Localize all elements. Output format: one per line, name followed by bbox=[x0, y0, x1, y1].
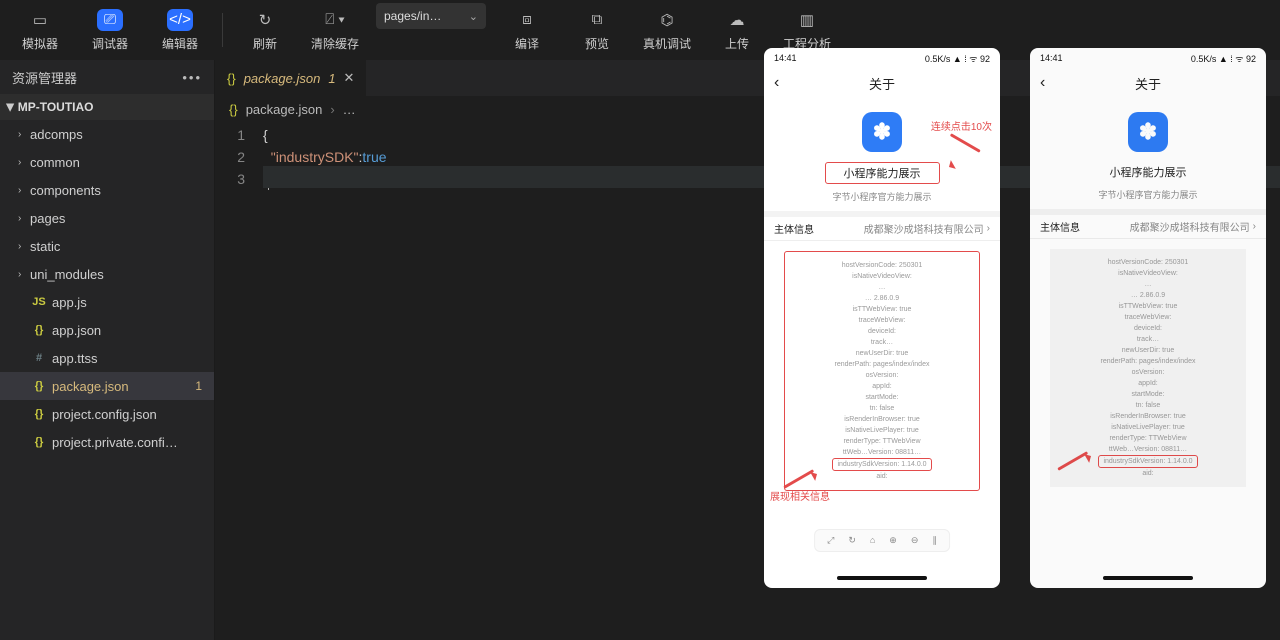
page-selector[interactable]: pages/in… ⌄ bbox=[371, 17, 491, 43]
back-icon[interactable]: ‹ bbox=[1040, 74, 1045, 92]
refresh-button[interactable]: ↻ 刷新 bbox=[231, 3, 299, 57]
chart-icon: ▥ bbox=[794, 9, 820, 31]
file-project.private.confi…[interactable]: {}project.private.confi… bbox=[0, 428, 214, 456]
phone-mock-1: 14:410.5K/s ▲ ⁞ ᯤ 92 ‹ 关于 ✽ 小程序能力展示 字节小程… bbox=[764, 48, 1000, 588]
home-indicator bbox=[837, 576, 927, 580]
chevron-right-icon: › bbox=[330, 102, 334, 117]
debug-dock[interactable]: ⤢↻⌂⊕⊖∥ bbox=[814, 529, 950, 552]
folder-adcomps[interactable]: ›adcomps bbox=[0, 120, 214, 148]
phone-mock-2: 14:410.5K/s ▲ ⁞ ᯤ 92 ‹ 关于 ✽ 小程序能力展示 字节小程… bbox=[1030, 48, 1266, 588]
project-header[interactable]: ▶ MP-TOUTIAO bbox=[0, 94, 214, 120]
sliders-icon: ⎚ bbox=[97, 9, 123, 31]
folder-common[interactable]: ›common bbox=[0, 148, 214, 176]
toolbar-separator bbox=[222, 13, 223, 47]
annotation-showinfo: 展现相关信息 bbox=[770, 488, 830, 503]
code-icon: </> bbox=[167, 9, 193, 31]
refresh-icon: ↻ bbox=[252, 9, 278, 31]
more-icon[interactable]: ••• bbox=[182, 70, 202, 85]
preview-button[interactable]: ⧉ 预览 bbox=[563, 3, 631, 57]
debugger-button[interactable]: ⎚ 调试器 bbox=[76, 3, 144, 57]
cloud-upload-icon: ☁ bbox=[724, 9, 750, 31]
sdk-version-line: industrySdkVersion: 1.14.0.0 bbox=[832, 458, 931, 471]
phone-screenshots: 14:410.5K/s ▲ ⁞ ᯤ 92 ‹ 关于 ✽ 小程序能力展示 字节小程… bbox=[764, 48, 1266, 588]
compile-button[interactable]: ⧈ 编译 bbox=[493, 3, 561, 57]
company-row[interactable]: 主体信息 成都聚沙成塔科技有限公司› bbox=[764, 211, 1000, 241]
phone-nav: ‹ 关于 bbox=[764, 68, 1000, 98]
cube-icon: ⧈ bbox=[514, 9, 540, 31]
chevron-down-icon: ⌄ bbox=[469, 10, 478, 23]
app-title[interactable]: 小程序能力展示 bbox=[1092, 162, 1205, 182]
phone-nav: ‹ 关于 bbox=[1030, 68, 1266, 98]
clear-cache-button[interactable]: ⍁ ▾ 清除缓存 bbox=[301, 3, 369, 57]
chevron-right-icon: › bbox=[1253, 221, 1256, 232]
file-app.js[interactable]: JSapp.js bbox=[0, 288, 214, 316]
editor-button[interactable]: </> 编辑器 bbox=[146, 3, 214, 57]
folder-components[interactable]: ›components bbox=[0, 176, 214, 204]
file-tree: ›adcomps›common›components›pages›static›… bbox=[0, 120, 214, 640]
back-icon[interactable]: ‹ bbox=[774, 74, 779, 92]
file-app.json[interactable]: {}app.json bbox=[0, 316, 214, 344]
folder-uni_modules[interactable]: ›uni_modules bbox=[0, 260, 214, 288]
debug-info-panel: hostVersionCode: 250301isNativeVideoView… bbox=[784, 251, 980, 491]
real-device-button[interactable]: ⌬ 真机调试 bbox=[633, 3, 701, 57]
file-project.config.json[interactable]: {}project.config.json bbox=[0, 400, 214, 428]
json-file-icon: {} bbox=[227, 71, 236, 86]
app-logo-icon: ✽ bbox=[1128, 112, 1168, 152]
annotation-tap10: 连续点击10次 bbox=[931, 118, 992, 133]
folder-pages[interactable]: ›pages bbox=[0, 204, 214, 232]
bug-icon: ⌬ bbox=[654, 9, 680, 31]
arrow-icon bbox=[946, 132, 986, 172]
chevron-down-icon: ▶ bbox=[4, 103, 15, 111]
upload-button[interactable]: ☁ 上传 bbox=[703, 3, 771, 57]
editor-tab-package-json[interactable]: {} package.json 1 ✕ bbox=[215, 60, 367, 96]
file-app.ttss[interactable]: #app.ttss bbox=[0, 344, 214, 372]
explorer-title: 资源管理器 bbox=[12, 68, 77, 87]
trash-icon: ⍁ ▾ bbox=[322, 9, 348, 31]
sdk-version-line: industrySdkVersion: 1.14.0.0 bbox=[1098, 455, 1197, 468]
app-title[interactable]: 小程序能力展示 bbox=[825, 162, 940, 184]
close-tab-icon[interactable]: ✕ bbox=[344, 70, 355, 86]
device-icon: ▭ bbox=[27, 9, 53, 31]
chevron-right-icon: › bbox=[987, 223, 990, 234]
app-logo-icon: ✽ bbox=[862, 112, 902, 152]
arrow-icon bbox=[1054, 444, 1094, 484]
file-package.json[interactable]: {}package.json1 bbox=[0, 372, 214, 400]
status-bar: 14:410.5K/s ▲ ⁞ ᯤ 92 bbox=[1030, 48, 1266, 68]
folder-static[interactable]: ›static bbox=[0, 232, 214, 260]
explorer-sidebar: 资源管理器 ••• ▶ MP-TOUTIAO ›adcomps›common›c… bbox=[0, 60, 215, 640]
status-bar: 14:410.5K/s ▲ ⁞ ᯤ 92 bbox=[764, 48, 1000, 68]
scan-icon: ⧉ bbox=[584, 9, 610, 31]
simulator-button[interactable]: ▭ 模拟器 bbox=[6, 3, 74, 57]
json-file-icon: {} bbox=[229, 102, 238, 117]
company-row[interactable]: 主体信息 成都聚沙成塔科技有限公司› bbox=[1030, 209, 1266, 239]
home-indicator bbox=[1103, 576, 1193, 580]
